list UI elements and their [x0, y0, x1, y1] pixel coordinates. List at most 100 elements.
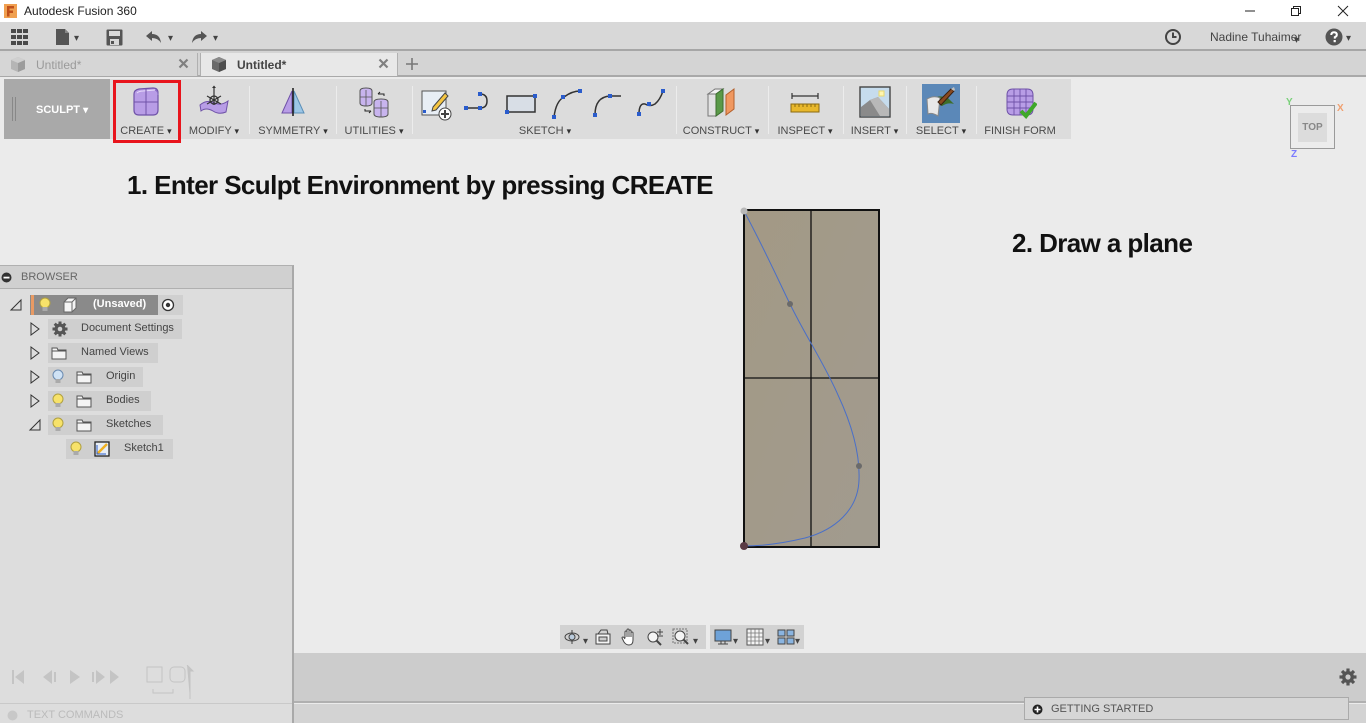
- create-sketch-icon[interactable]: [419, 87, 453, 121]
- chevron-down-icon: [894, 125, 899, 137]
- activate-radio-icon[interactable]: [161, 298, 175, 312]
- expanded-triangle-icon[interactable]: [9, 298, 23, 312]
- close-window-button[interactable]: [1320, 0, 1366, 22]
- symmetry-menu-button[interactable]: SYMMETRY: [254, 79, 332, 139]
- modify-menu-button[interactable]: MODIFY: [184, 79, 244, 139]
- tangent-arc-icon[interactable]: [590, 87, 624, 121]
- chevron-down-icon: [74, 28, 79, 46]
- viewports-menu-chevron-icon[interactable]: [795, 631, 800, 649]
- collapsed-triangle-icon[interactable]: [28, 370, 42, 384]
- browser-item-bodies[interactable]: Bodies: [0, 391, 294, 411]
- viewports-icon[interactable]: [777, 628, 795, 646]
- select-menu-button[interactable]: SELECT: [910, 79, 972, 139]
- visibility-bulb-icon[interactable]: [38, 297, 52, 313]
- display-menu-chevron-icon[interactable]: [733, 631, 738, 649]
- browser-header[interactable]: BROWSER: [0, 266, 292, 289]
- new-tab-plus-icon[interactable]: [405, 57, 419, 71]
- fit-zoom-icon[interactable]: [672, 628, 690, 646]
- grid-menu-chevron-icon[interactable]: [765, 631, 770, 649]
- display-settings-icon[interactable]: [714, 628, 732, 646]
- finish-form-button[interactable]: FINISH FORM: [980, 79, 1060, 139]
- document-tab-active[interactable]: Untitled*: [200, 53, 398, 76]
- three-point-arc-icon[interactable]: [550, 87, 584, 121]
- close-tab-icon[interactable]: [178, 58, 189, 69]
- minimize-button[interactable]: [1227, 0, 1273, 22]
- rectangle-icon[interactable]: [504, 87, 538, 121]
- restore-button[interactable]: [1273, 0, 1319, 22]
- expand-text-commands-icon[interactable]: [7, 710, 18, 721]
- job-status-button[interactable]: [1164, 26, 1182, 48]
- timeline-playback-icons[interactable]: [10, 667, 120, 689]
- timeline-feature-icons[interactable]: [145, 665, 195, 701]
- data-panel-button[interactable]: [10, 26, 30, 48]
- collapsed-triangle-icon[interactable]: [28, 346, 42, 360]
- user-menu-chevron-icon[interactable]: [1294, 30, 1299, 48]
- pan-hand-icon[interactable]: [620, 628, 638, 646]
- expanded-triangle-icon[interactable]: [28, 418, 42, 432]
- spline-control-point[interactable]: [856, 463, 862, 469]
- timeline-controls: [0, 655, 292, 703]
- toolbar-separator: [336, 86, 337, 134]
- undo-button[interactable]: [145, 26, 173, 48]
- browser-item-root[interactable]: (Unsaved): [0, 295, 294, 315]
- browser-item-sketches[interactable]: Sketches: [0, 415, 294, 435]
- browser-item-origin[interactable]: Origin: [0, 367, 294, 387]
- line-arc-icon[interactable]: [462, 87, 496, 121]
- spline-control-point[interactable]: [787, 301, 793, 307]
- zoom-icon[interactable]: [646, 628, 664, 646]
- grid-settings-icon[interactable]: [746, 628, 764, 646]
- orbit-icon[interactable]: [563, 628, 581, 646]
- sketch-menu-button[interactable]: SKETCH: [416, 125, 674, 137]
- user-menu-name[interactable]: Nadine Tuhaimer: [1210, 30, 1301, 44]
- visibility-bulb-off-icon[interactable]: [51, 369, 65, 385]
- insert-image-icon: [858, 86, 891, 118]
- toolbar-grip-handle[interactable]: [12, 97, 16, 121]
- title-bar: Autodesk Fusion 360: [0, 0, 1366, 22]
- orbit-menu-chevron-icon[interactable]: [583, 631, 588, 649]
- text-commands-label: TEXT COMMANDS: [27, 709, 124, 721]
- tab-label: Untitled*: [36, 58, 82, 72]
- browser-item-label: (Unsaved): [93, 298, 147, 310]
- browser-item-label: Named Views: [81, 346, 149, 358]
- help-button[interactable]: [1325, 26, 1351, 48]
- visibility-bulb-icon[interactable]: [51, 393, 65, 409]
- collapsed-triangle-icon[interactable]: [28, 322, 42, 336]
- construct-menu-button[interactable]: CONSTRUCT: [680, 79, 762, 139]
- collapsed-triangle-icon[interactable]: [28, 394, 42, 408]
- workspace-switcher[interactable]: SCULPT: [4, 79, 110, 139]
- window-title: Autodesk Fusion 360: [24, 4, 137, 18]
- insert-label: INSERT: [847, 125, 902, 137]
- spline-control-point[interactable]: [740, 207, 748, 215]
- clock-icon: [1165, 29, 1181, 45]
- chevron-down-icon: [168, 28, 173, 46]
- browser-item-document-settings[interactable]: Document Settings: [0, 319, 294, 339]
- inspect-menu-button[interactable]: INSPECT: [772, 79, 838, 139]
- visibility-bulb-icon[interactable]: [51, 417, 65, 433]
- viewcube-face-top[interactable]: TOP: [1298, 113, 1327, 142]
- save-button[interactable]: [106, 26, 123, 48]
- expand-plus-icon[interactable]: [1032, 704, 1043, 715]
- viewcube[interactable]: TOP: [1290, 105, 1335, 149]
- settings-gear-icon[interactable]: [1339, 668, 1357, 686]
- close-tab-icon[interactable]: [378, 58, 389, 69]
- viewcube-axis-x: X: [1337, 103, 1344, 114]
- sketch-plane-canvas[interactable]: [730, 200, 890, 560]
- document-tab[interactable]: Untitled*: [0, 53, 198, 76]
- look-at-icon[interactable]: [594, 628, 612, 646]
- visibility-bulb-icon[interactable]: [69, 441, 83, 457]
- spline-control-point[interactable]: [740, 542, 748, 550]
- browser-item-named-views[interactable]: Named Views: [0, 343, 294, 363]
- redo-button[interactable]: [190, 26, 218, 48]
- zoom-menu-chevron-icon[interactable]: [693, 631, 698, 649]
- utilities-menu-button[interactable]: UTILITIES: [340, 79, 408, 139]
- file-menu-button[interactable]: [55, 26, 79, 48]
- browser-item-sketch1[interactable]: Sketch1: [0, 439, 294, 459]
- construct-plane-icon: [706, 88, 735, 117]
- text-commands-bar[interactable]: TEXT COMMANDS: [0, 703, 292, 723]
- getting-started-panel[interactable]: GETTING STARTED: [1024, 697, 1349, 720]
- spline-icon[interactable]: [635, 87, 669, 121]
- utilities-label: UTILITIES: [340, 125, 408, 137]
- collapse-panel-icon[interactable]: [1, 272, 12, 283]
- insert-menu-button[interactable]: INSERT: [847, 79, 902, 139]
- construct-label: CONSTRUCT: [680, 125, 762, 137]
